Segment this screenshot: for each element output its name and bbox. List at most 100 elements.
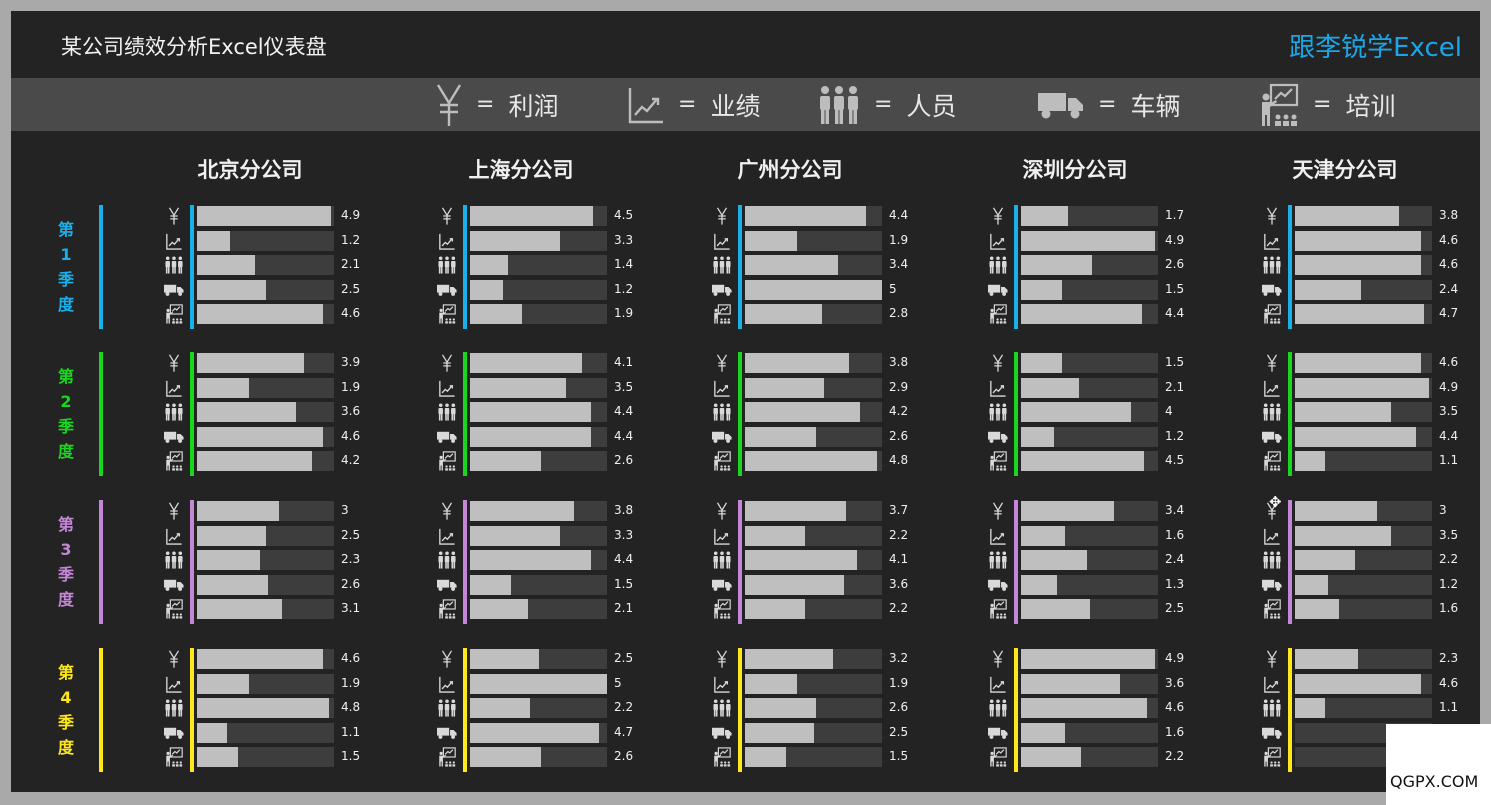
training-icon — [1262, 304, 1282, 324]
kpi-row-profit: 4.9 — [160, 206, 460, 226]
bar-fill — [745, 280, 882, 300]
bar-track — [745, 698, 882, 718]
bar-track — [470, 501, 607, 521]
kpi-row-staff: 2.4 — [984, 550, 1284, 570]
bar-value: 2.5 — [341, 282, 361, 296]
bar-value: 4.6 — [341, 651, 361, 665]
truck-icon — [1262, 576, 1282, 594]
people-icon — [712, 256, 732, 274]
bar-track — [197, 674, 334, 694]
bar-fill — [470, 550, 591, 570]
bar-track — [1021, 402, 1158, 422]
bar-track — [745, 378, 882, 398]
bar-track — [470, 723, 607, 743]
kpi-row-vehicles: 1.2 — [984, 427, 1284, 447]
bar-fill — [1295, 378, 1430, 398]
bar-value: 4.1 — [889, 552, 909, 566]
kpi-row-performance: 3.3 — [433, 526, 733, 546]
bar-track — [745, 575, 882, 595]
bar-fill — [1295, 427, 1416, 447]
line-chart-icon — [437, 379, 457, 397]
bar-fill — [1021, 599, 1090, 619]
bar-track — [745, 402, 882, 422]
bar-value: 3.7 — [889, 503, 909, 517]
panel-q4-beijing: 4.6 1.9 4.8 1.1 1.5 — [160, 648, 460, 772]
quarter-label-4: 第 4 季度 — [51, 648, 81, 772]
bar-value: 1.6 — [1439, 601, 1459, 615]
kpi-row-staff: 2.6 — [708, 698, 1008, 718]
bar-value: 2.3 — [341, 552, 361, 566]
bar-track — [745, 280, 882, 300]
bar-fill — [470, 255, 509, 275]
training-icon — [1262, 599, 1282, 619]
people-icon — [712, 551, 732, 569]
bar-value: 2.2 — [889, 528, 909, 542]
bar-track — [745, 526, 882, 546]
truck-icon — [712, 724, 732, 742]
bar-track — [197, 723, 334, 743]
truck-icon — [712, 576, 732, 594]
bar-fill — [197, 550, 261, 570]
panel-q4-guangzhou: 3.2 1.9 2.6 2.5 1.5 — [708, 648, 1008, 772]
kpi-row-vehicles: 2.5 — [708, 723, 1008, 743]
line-chart-icon — [712, 527, 732, 545]
bar-value: 1.5 — [614, 577, 634, 591]
kpi-row-vehicles: 2.6 — [160, 575, 460, 595]
bar-fill — [1295, 575, 1328, 595]
yen-icon — [712, 502, 732, 520]
kpi-row-staff: 4.6 — [1258, 255, 1480, 275]
branch-header-shanghai: 上海分公司 — [468, 158, 574, 182]
bar-track — [1021, 550, 1158, 570]
branch-header-beijing: 北京分公司 — [197, 158, 303, 182]
kpi-row-performance: 4.6 — [1258, 231, 1480, 251]
truck-icon — [164, 428, 184, 446]
bar-fill — [745, 353, 850, 373]
kpi-row-training: 1.9 — [433, 304, 733, 324]
truck-icon — [1262, 428, 1282, 446]
bar-value: 4.5 — [614, 208, 634, 222]
line-chart-icon — [712, 232, 732, 250]
kpi-row-vehicles: 1.2 — [1258, 575, 1480, 595]
kpi-row-vehicles: 2.6 — [708, 427, 1008, 447]
kpi-row-vehicles: 1.1 — [160, 723, 460, 743]
kpi-row-profit: 4.5 — [433, 206, 733, 226]
panel-q2-shenzhen: 1.5 2.1 4 1.2 4.5 — [984, 352, 1284, 476]
kpi-row-profit: 1.7 — [984, 206, 1284, 226]
bar-value: 2.2 — [889, 601, 909, 615]
truck-icon — [988, 428, 1008, 446]
truck-icon — [164, 724, 184, 742]
bar-fill — [745, 575, 844, 595]
kpi-row-staff: 4 — [984, 402, 1284, 422]
training-icon — [712, 599, 732, 619]
kpi-row-vehicles: 4.4 — [433, 427, 733, 447]
kpi-row-staff: 4.2 — [708, 402, 1008, 422]
yen-icon — [988, 207, 1008, 225]
people-icon — [1262, 699, 1282, 717]
bar-fill — [1021, 378, 1079, 398]
kpi-row-profit: 4.9 — [984, 649, 1284, 669]
kpi-row-staff: 1.1 — [1258, 698, 1480, 718]
kpi-row-staff: 2.2 — [433, 698, 733, 718]
kpi-row-training: 4.2 — [160, 451, 460, 471]
quarter-label-char: 度 — [57, 442, 74, 461]
quarter-label-3: 第 3 季度 — [51, 500, 81, 624]
bar-track — [197, 501, 334, 521]
cursor-icon: ✥ — [1269, 493, 1282, 511]
training-icon — [164, 747, 184, 767]
line-chart-icon — [988, 232, 1008, 250]
kpi-row-staff: 4.8 — [160, 698, 460, 718]
bar-value: 4.6 — [1165, 700, 1185, 714]
kpi-row-performance: 3.3 — [433, 231, 733, 251]
yen-icon — [1262, 207, 1282, 225]
bar-fill — [1295, 674, 1422, 694]
bar-track — [470, 255, 607, 275]
truck-icon — [164, 576, 184, 594]
bar-value: 4.5 — [1165, 453, 1185, 467]
bar-fill — [1021, 402, 1131, 422]
bar-fill — [1021, 649, 1156, 669]
bar-fill — [470, 649, 539, 669]
bar-track — [197, 451, 334, 471]
bar-track — [197, 206, 334, 226]
bar-track — [1295, 378, 1432, 398]
bar-fill — [1021, 451, 1145, 471]
